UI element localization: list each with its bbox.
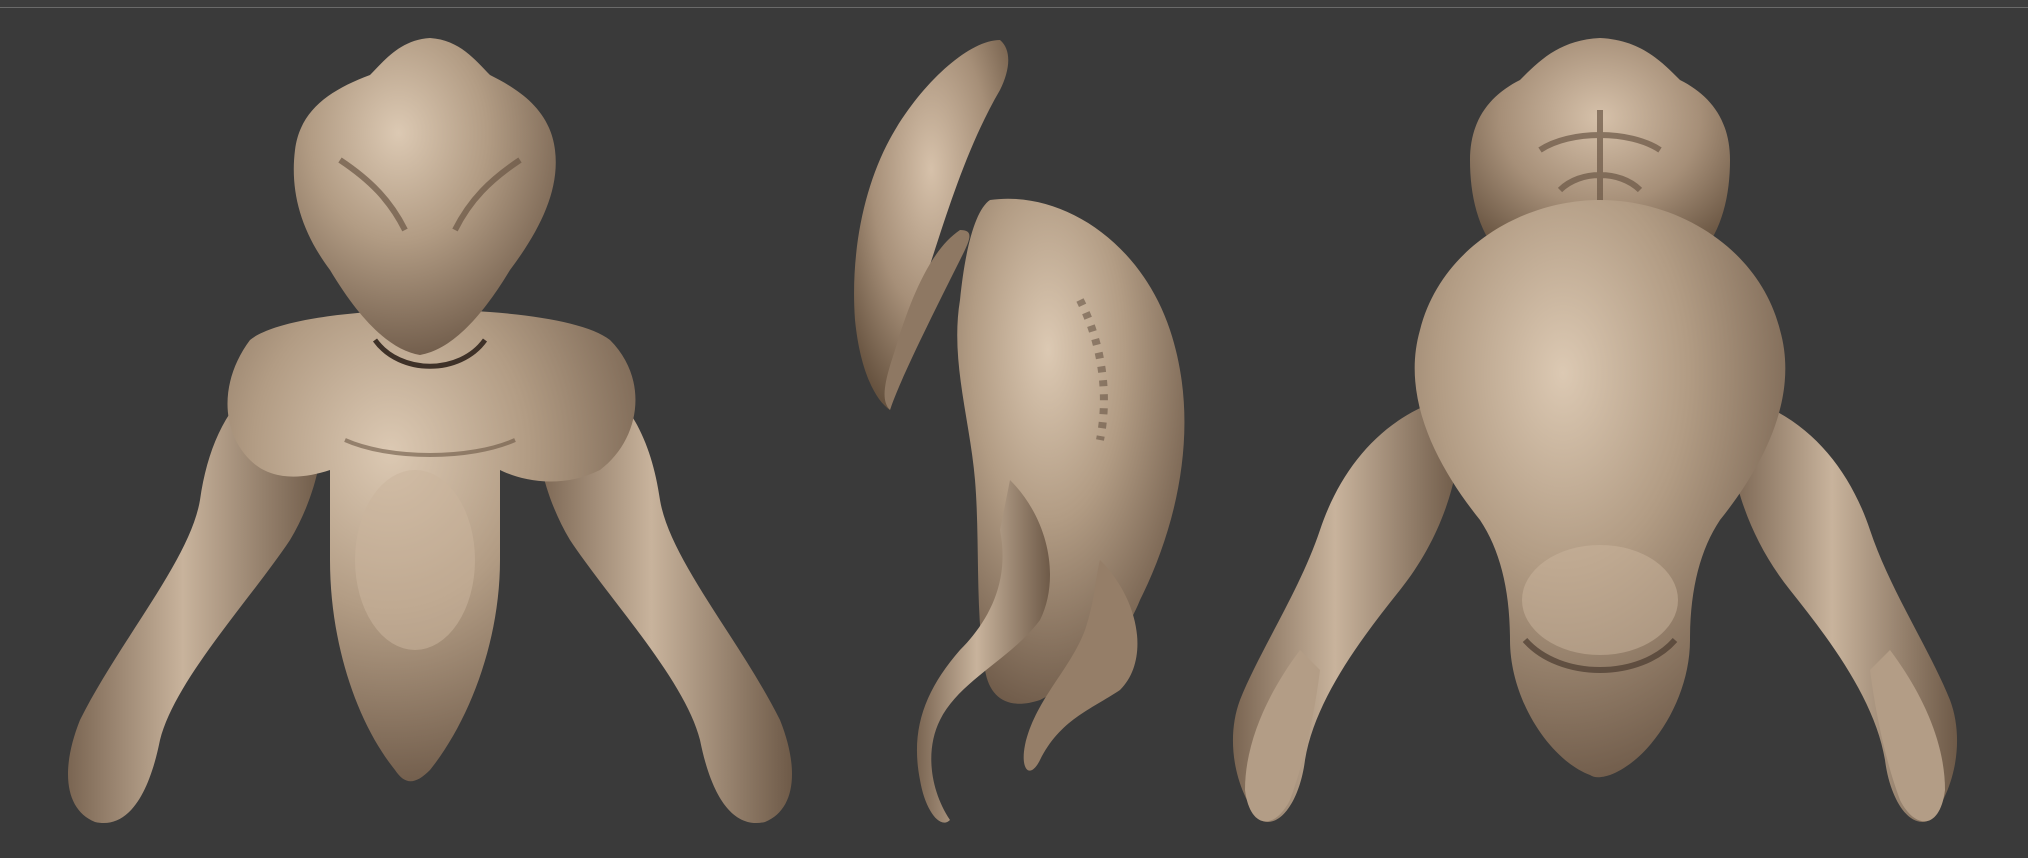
front-abdomen [355,470,475,650]
sculpt-canvas[interactable] [0,0,2028,858]
side-view[interactable] [854,40,1185,823]
back-view[interactable] [1232,38,1958,822]
back-body [1414,200,1786,778]
front-head [293,38,556,355]
back-tail-bump [1522,545,1678,655]
zbrush-viewport[interactable] [0,0,2028,858]
front-view[interactable] [68,38,792,824]
